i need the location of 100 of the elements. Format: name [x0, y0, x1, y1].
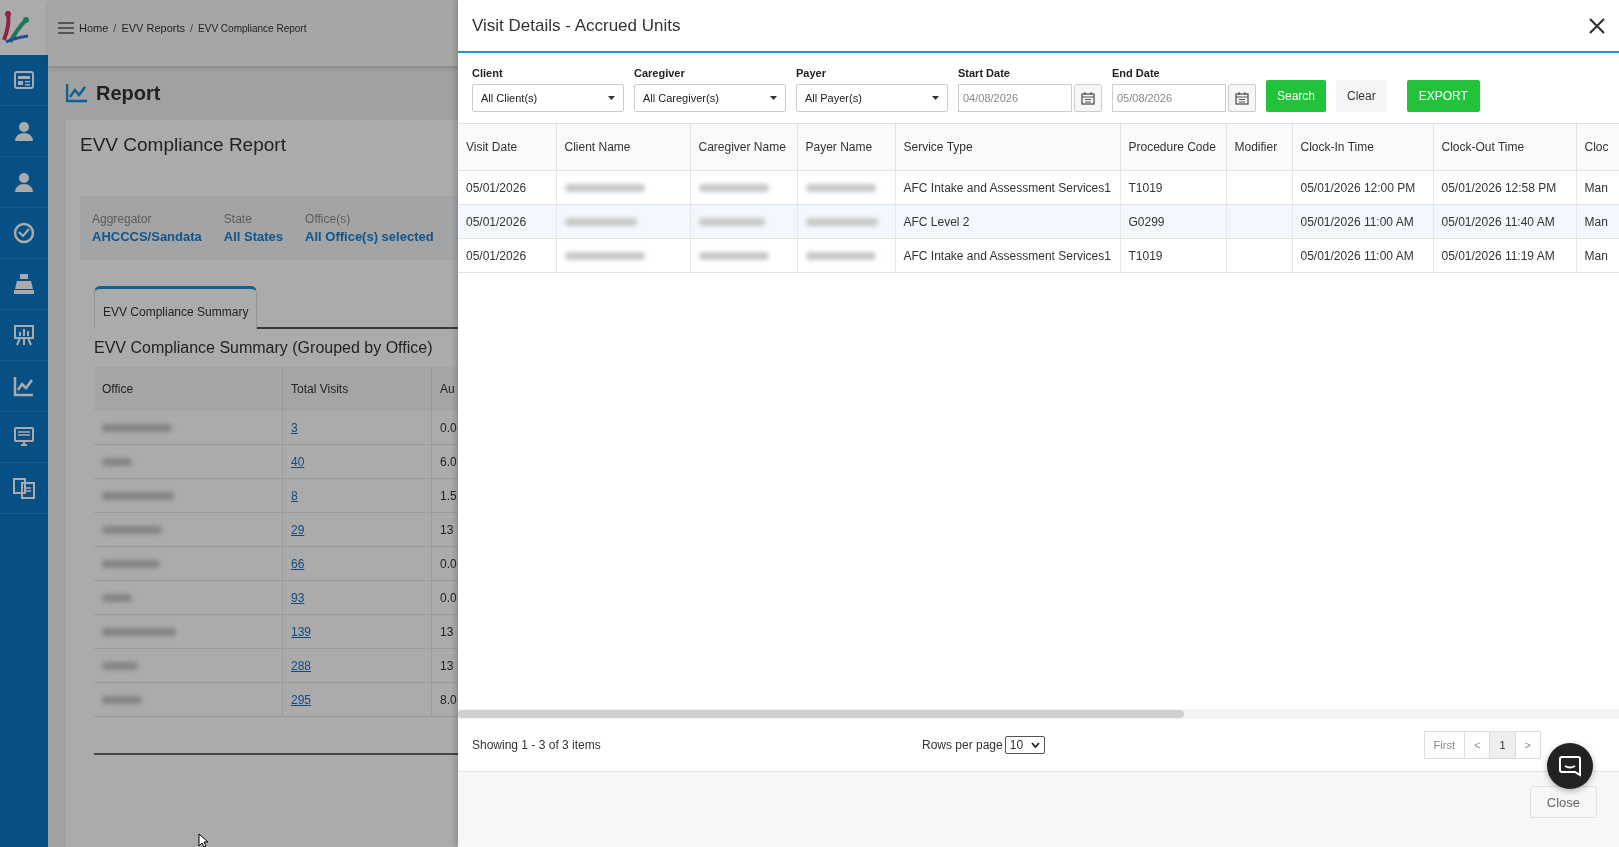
chat-icon [1559, 755, 1581, 777]
visit-count-link[interactable]: 288 [291, 658, 312, 673]
user-icon[interactable] [12, 119, 36, 143]
table-cell: 05/01/2026 [458, 204, 556, 239]
caret-icon [608, 96, 615, 100]
table-cell: 05/01/2026 12:00 PM [1292, 170, 1433, 205]
visit-count-link[interactable]: 139 [291, 624, 312, 639]
filter-label: Aggregator [92, 212, 153, 226]
breadcrumb-link[interactable]: EVV Compliance Report [198, 22, 307, 34]
blurred-text [102, 696, 142, 705]
blurred-text [698, 218, 765, 227]
dropdown[interactable]: All Client(s) [472, 84, 624, 112]
visit-count-link[interactable]: 29 [291, 522, 305, 537]
table-cell: AFC Intake and Assessment Services1 [895, 170, 1120, 205]
table-cell: T1019 [1120, 170, 1226, 205]
breadcrumb-separator: / [113, 22, 117, 34]
logo-icon[interactable] [0, 9, 30, 46]
filter-value[interactable]: AHCCCS/Sandata [92, 229, 202, 244]
table-cell: 05/01/2026 11:19 AM [1433, 238, 1576, 273]
blurred-text [102, 458, 132, 467]
blurred-text [805, 252, 876, 261]
presentation-icon[interactable] [12, 323, 36, 347]
menu-icon[interactable] [58, 22, 74, 34]
calendar-icon [1235, 91, 1249, 105]
column-header: Clock-Out Time [1433, 124, 1576, 171]
modal-title: Visit Details - Accrued Units [472, 15, 681, 36]
caret-icon [1031, 742, 1041, 748]
column-header: Client Name [556, 124, 690, 171]
close-icon[interactable] [1589, 17, 1605, 34]
page-button[interactable]: First [1423, 731, 1465, 759]
clear-button[interactable]: Clear [1336, 80, 1387, 112]
page-button[interactable]: 1 [1489, 731, 1516, 759]
table-row[interactable]: 05/01/2026 AFC Intake and Assessment Services1 T1019 05/01/2026 12:00 PM 05/01/2026 12:58 PM Man [458, 170, 1619, 205]
column-header: Procedure Code [1120, 124, 1226, 171]
blurred-text [102, 594, 132, 603]
table-row[interactable]: 05/01/2026 AFC Level 2 G0299 05/01/2026 11:00 AM 05/01/2026 11:40 AM Man [458, 204, 1619, 239]
filter-label: State [223, 212, 253, 226]
rows-per-page-select[interactable]: 10 [1004, 736, 1046, 754]
documents-icon[interactable] [12, 476, 36, 500]
table-cell: 05/01/2026 12:58 PM [1433, 170, 1576, 205]
visit-count-link[interactable]: 8 [291, 488, 298, 503]
user-icon[interactable] [12, 170, 36, 194]
card-title: EVV Compliance Report [80, 134, 286, 156]
blurred-text [698, 184, 769, 193]
visit-count-link[interactable]: 93 [291, 590, 305, 605]
field-label: End Date [1112, 67, 1161, 79]
tab[interactable]: EVV Compliance Summary [94, 286, 258, 329]
rows-per-page-label: Rows per page [922, 738, 1003, 752]
table-cell: 05/01/2026 [458, 238, 556, 273]
table-cell: 05/01/2026 11:00 AM [1292, 238, 1433, 273]
column-header: Service Type [895, 124, 1120, 171]
breadcrumb-separator: / [190, 22, 194, 34]
export-button[interactable]: EXPORT [1406, 80, 1480, 112]
column-header: Modifier [1226, 124, 1292, 171]
blurred-text [698, 252, 769, 261]
blurred-text [102, 526, 162, 535]
visit-count-link[interactable]: 66 [291, 556, 305, 571]
field-label: Client [472, 67, 504, 79]
date-field[interactable]: 04/08/2026 [958, 84, 1072, 112]
visit-count-link[interactable]: 295 [291, 692, 312, 707]
column-header: Clock-In Time [1292, 124, 1433, 171]
field-label: Payer [796, 67, 827, 79]
calendar-button[interactable] [1074, 84, 1102, 112]
column-header: Total Visits [282, 367, 432, 411]
dropdown-value: All Client(s) [481, 92, 538, 104]
filter-value[interactable]: All States [223, 229, 284, 244]
section-title: EVV Compliance Summary (Grouped by Office) [94, 339, 433, 357]
filter-label: Office(s) [305, 212, 352, 226]
page-button[interactable]: < [1464, 731, 1491, 759]
column-header: Payer Name [797, 124, 895, 171]
table-row[interactable]: 05/01/2026 AFC Intake and Assessment Services1 T1019 05/01/2026 11:00 AM 05/01/2026 11:19 AM Man [458, 238, 1619, 273]
caret-icon [932, 96, 939, 100]
select-value: 10 [1009, 738, 1024, 752]
page-title: Report [96, 81, 161, 105]
register-icon[interactable] [12, 272, 36, 296]
chart-icon[interactable] [12, 374, 36, 398]
filter-value[interactable]: All Office(s) selected [305, 229, 434, 244]
date-field[interactable]: 05/08/2026 [1112, 84, 1226, 112]
visit-count-link[interactable]: 3 [291, 420, 298, 435]
blurred-text [102, 492, 174, 501]
close-button[interactable]: Close [1529, 786, 1597, 818]
table-cell: Man [1576, 204, 1619, 239]
table-cell: 05/01/2026 [458, 170, 556, 205]
blurred-text [102, 560, 160, 569]
dropdown[interactable]: All Caregiver(s) [634, 84, 786, 112]
search-button[interactable]: Search [1266, 80, 1327, 112]
item-count: Showing 1 - 3 of 3 items [472, 738, 602, 752]
breadcrumb-link[interactable]: EVV Reports [121, 22, 185, 34]
visit-count-link[interactable]: 40 [291, 454, 305, 469]
calendar-button[interactable] [1228, 84, 1256, 112]
breadcrumb-link[interactable]: Home [79, 22, 109, 34]
list-icon[interactable] [12, 68, 36, 92]
dropdown-value: All Payer(s) [805, 92, 862, 104]
table-cell: T1019 [1120, 238, 1226, 273]
field-label: Start Date [958, 67, 1011, 79]
monitor-icon[interactable] [12, 425, 36, 449]
dropdown[interactable]: All Payer(s) [796, 84, 948, 112]
page-button[interactable]: > [1514, 731, 1541, 759]
scrollbar-thumb[interactable] [458, 710, 1184, 718]
chart-icon [66, 83, 88, 103]
